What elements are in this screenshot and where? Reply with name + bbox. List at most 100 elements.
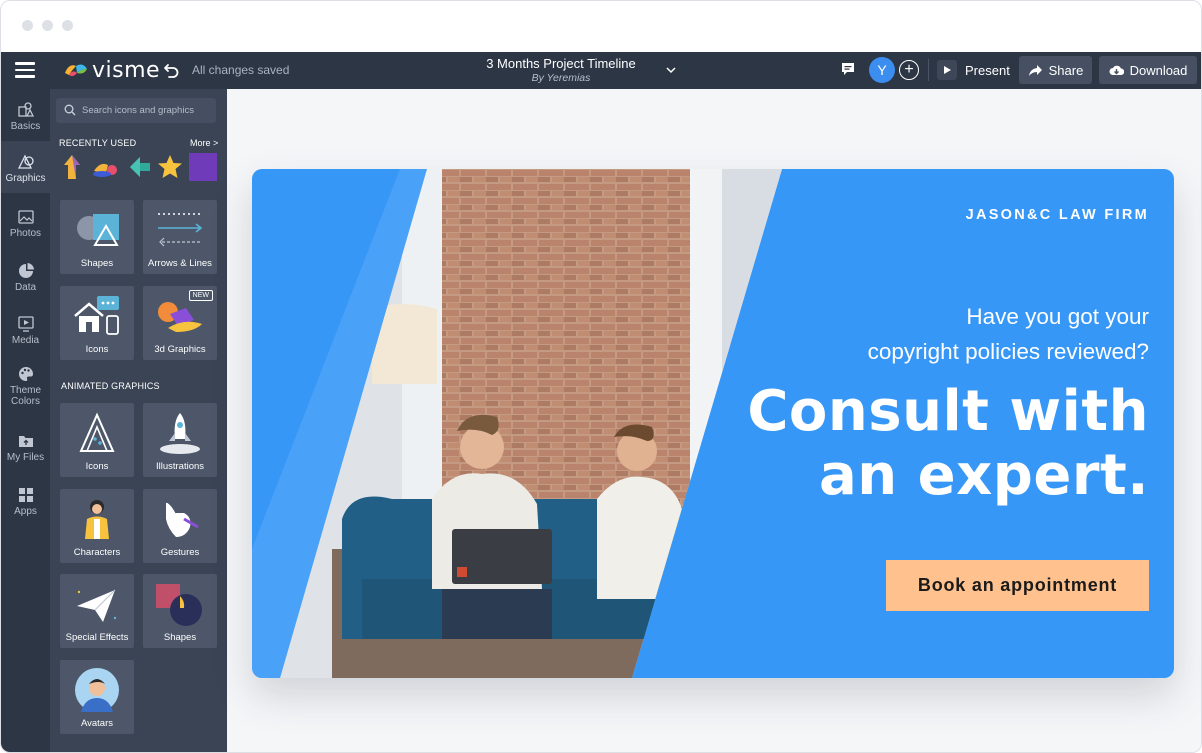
rail-item-media[interactable]: Media [1, 315, 50, 346]
tile-animated-icons[interactable]: Icons [60, 403, 134, 477]
window-chrome [1, 1, 1201, 52]
shapes-icon [77, 214, 119, 246]
tile-gestures[interactable]: Gestures [143, 489, 217, 563]
3d-graphics-icon [158, 302, 202, 332]
rail-label-2: Colors [11, 396, 40, 407]
left-rail: Basics Graphics Photos Data Media Theme … [1, 89, 50, 752]
menu-icon[interactable] [15, 62, 35, 78]
app-logo[interactable]: visme [63, 57, 161, 83]
present-button[interactable]: Present [937, 56, 1010, 84]
rail-label: Graphics [5, 173, 46, 184]
rail-label: Basics [10, 121, 41, 132]
download-button[interactable]: Download [1099, 56, 1197, 84]
rail-label: Photos [9, 228, 42, 239]
tile-label: Arrows & Lines [148, 258, 212, 269]
undo-icon[interactable] [163, 61, 181, 79]
tile-label: Gestures [160, 547, 200, 558]
window-minimize-dot[interactable] [42, 20, 53, 31]
tile-label: 3d Graphics [154, 344, 206, 355]
document-author: By Yeremias [531, 72, 591, 84]
tile-characters[interactable]: Characters [60, 489, 134, 563]
rail-item-data[interactable]: Data [1, 262, 50, 293]
brand-name: visme [92, 57, 161, 83]
window-close-dot[interactable] [22, 20, 33, 31]
folder-upload-icon [18, 436, 33, 447]
visme-logo-icon [65, 64, 87, 77]
tile-illustrations[interactable]: Illustrations [143, 403, 217, 477]
icons-house-icon [74, 296, 119, 335]
recent-arrow-graphic-icon[interactable] [62, 153, 90, 181]
firm-name[interactable]: JASON&C LAW FIRM [966, 207, 1149, 223]
tile-label: Avatars [80, 718, 114, 729]
headline-line-1[interactable]: Consult with [747, 379, 1149, 444]
tile-label: Characters [73, 547, 121, 558]
book-appointment-button[interactable]: Book an appointment [886, 560, 1149, 611]
search-icon [64, 104, 76, 116]
recent-purple-square[interactable] [189, 153, 217, 181]
search-input[interactable] [82, 102, 212, 119]
user-avatar[interactable]: Y [869, 57, 895, 83]
rail-item-graphics[interactable]: Graphics [1, 141, 50, 193]
rail-label: Theme [9, 385, 42, 396]
question-line-2[interactable]: copyright policies reviewed? [868, 339, 1149, 365]
add-collaborator-button[interactable]: + [899, 60, 919, 80]
tile-shapes[interactable]: Shapes [60, 200, 134, 274]
save-status: All changes saved [192, 63, 290, 77]
tile-label: Illustrations [155, 461, 205, 472]
graphics-search[interactable] [56, 98, 216, 123]
tile-icons[interactable]: Icons [60, 286, 134, 360]
graphics-icon [17, 154, 34, 169]
more-link[interactable]: More > [190, 138, 218, 148]
banner-slide[interactable]: JASON&C LAW FIRM Have you got your copyr… [252, 169, 1174, 678]
toolbar-divider [928, 59, 929, 81]
window-maximize-dot[interactable] [62, 20, 73, 31]
animated-shapes-icon [156, 584, 202, 626]
avatar-icon [75, 668, 119, 712]
comment-icon[interactable] [840, 61, 856, 77]
recent-cube-arrow-icon[interactable] [126, 153, 154, 181]
graphics-panel: RECENTLY USED More > Shapes [50, 89, 227, 752]
rail-label: Data [14, 282, 37, 293]
rail-label: My Files [6, 452, 45, 463]
tile-label: Icons [85, 344, 109, 355]
rail-item-my-files[interactable]: My Files [1, 432, 50, 463]
apps-grid-icon [18, 488, 33, 502]
tile-arrows-lines[interactable]: Arrows & Lines [143, 200, 217, 274]
present-label: Present [965, 62, 1010, 78]
tile-animated-shapes[interactable]: Shapes [143, 574, 217, 648]
rocket-icon [160, 413, 200, 454]
animated-icons-icon [79, 412, 115, 452]
document-title-block[interactable]: 3 Months Project Timeline By Yeremias [441, 56, 681, 84]
photos-icon [17, 210, 34, 224]
media-icon [17, 316, 34, 332]
share-button[interactable]: Share [1019, 56, 1092, 84]
pie-chart-icon [18, 263, 34, 278]
tile-label: Special Effects [65, 632, 129, 643]
rail-item-apps[interactable]: Apps [1, 486, 50, 517]
paper-plane-icon [77, 589, 117, 622]
rail-item-basics[interactable]: Basics [1, 101, 50, 132]
app-window: visme All changes saved 3 Months Project… [0, 0, 1202, 753]
recent-3d-shapes-icon[interactable] [92, 153, 120, 181]
download-label: Download [1129, 62, 1188, 78]
tile-label: Shapes [80, 258, 114, 269]
recent-star-icon[interactable] [156, 153, 184, 181]
rail-item-photos[interactable]: Photos [1, 208, 50, 239]
recently-used-label: RECENTLY USED [59, 138, 137, 148]
rail-item-theme-colors[interactable]: Theme Colors [1, 365, 50, 407]
character-icon [85, 500, 109, 539]
play-icon [937, 60, 957, 80]
hand-gesture-icon [166, 501, 199, 537]
headline-line-2[interactable]: an expert. [819, 443, 1149, 508]
tile-avatars[interactable]: Avatars [60, 660, 134, 734]
tile-3d-graphics[interactable]: NEW 3d Graphics [143, 286, 217, 360]
question-line-1[interactable]: Have you got your [966, 304, 1149, 330]
palette-icon [18, 367, 33, 381]
document-title[interactable]: 3 Months Project Timeline [441, 56, 681, 71]
tile-label: Icons [85, 461, 109, 472]
chevron-down-icon[interactable] [665, 64, 677, 76]
cloud-download-icon [1109, 65, 1124, 75]
share-icon [1028, 64, 1042, 76]
tile-label: Shapes [163, 632, 197, 643]
tile-special-effects[interactable]: Special Effects [60, 574, 134, 648]
